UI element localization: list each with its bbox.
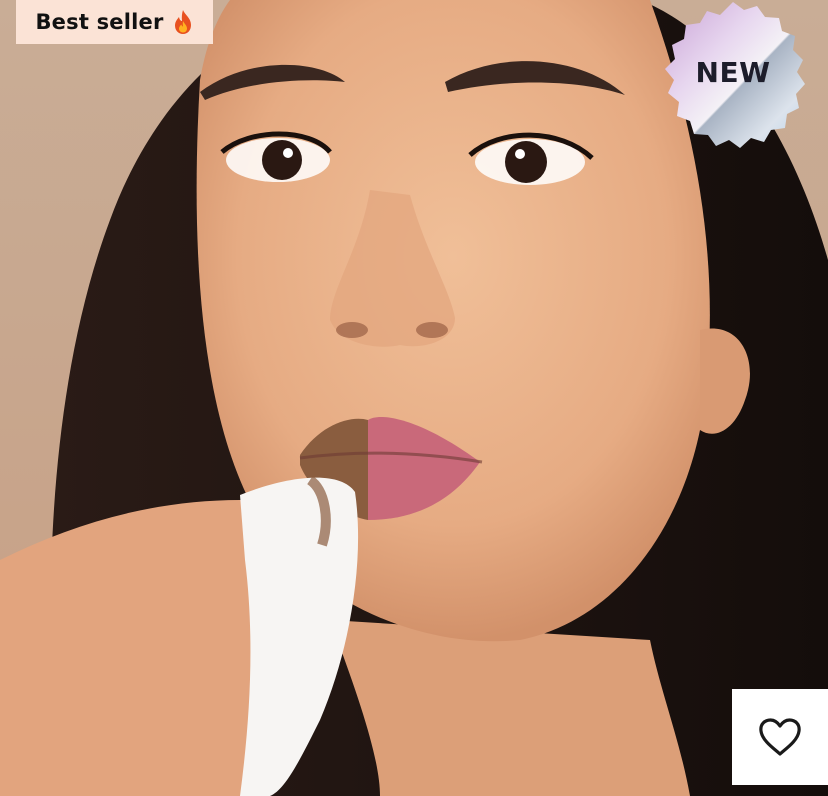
- fire-icon: [172, 9, 194, 35]
- new-badge: NEW: [655, 0, 811, 156]
- heart-outline-icon: [759, 718, 801, 756]
- product-card[interactable]: Best seller NEW: [0, 0, 828, 796]
- wishlist-button[interactable]: [732, 689, 828, 785]
- best-seller-badge: Best seller: [16, 0, 213, 44]
- best-seller-label: Best seller: [35, 10, 164, 34]
- new-label: NEW: [695, 56, 771, 89]
